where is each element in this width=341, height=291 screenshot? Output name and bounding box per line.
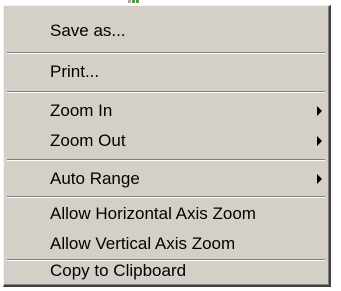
menu-separator	[7, 159, 325, 161]
menu-item-allow-vertical-axis-zoom[interactable]: Allow Vertical Axis Zoom	[7, 229, 325, 259]
submenu-arrow-icon	[317, 106, 322, 116]
menu-item-label: Print...	[50, 62, 100, 81]
submenu-arrow-icon	[317, 174, 322, 184]
menu-item-auto-range[interactable]: Auto Range	[7, 164, 325, 194]
menu-item-label: Allow Horizontal Axis Zoom	[50, 204, 256, 223]
menu-item-zoom-out[interactable]: Zoom Out	[7, 126, 325, 156]
menu-item-label: Allow Vertical Axis Zoom	[50, 234, 236, 253]
context-menu: Save as... Print... Zoom In Zoom Out Aut…	[3, 5, 331, 287]
menu-item-print[interactable]: Print...	[7, 57, 325, 87]
menu-item-label: Zoom In	[50, 101, 113, 120]
submenu-arrow-icon	[317, 136, 322, 146]
menu-item-label: Auto Range	[50, 169, 140, 188]
menu-separator	[7, 196, 325, 198]
menu-item-zoom-in[interactable]: Zoom In	[7, 96, 325, 126]
menu-item-copy-to-clipboard[interactable]: Copy to Clipboard	[7, 256, 325, 286]
menu-separator	[7, 52, 325, 54]
menu-item-label: Copy to Clipboard	[50, 261, 187, 280]
menu-item-label: Zoom Out	[50, 131, 126, 150]
menu-separator	[7, 91, 325, 93]
menu-item-allow-horizontal-axis-zoom[interactable]: Allow Horizontal Axis Zoom	[7, 199, 325, 229]
menu-item-label: Save as...	[50, 21, 126, 40]
menu-item-save-as[interactable]: Save as...	[7, 16, 325, 46]
background-marks	[128, 0, 142, 4]
